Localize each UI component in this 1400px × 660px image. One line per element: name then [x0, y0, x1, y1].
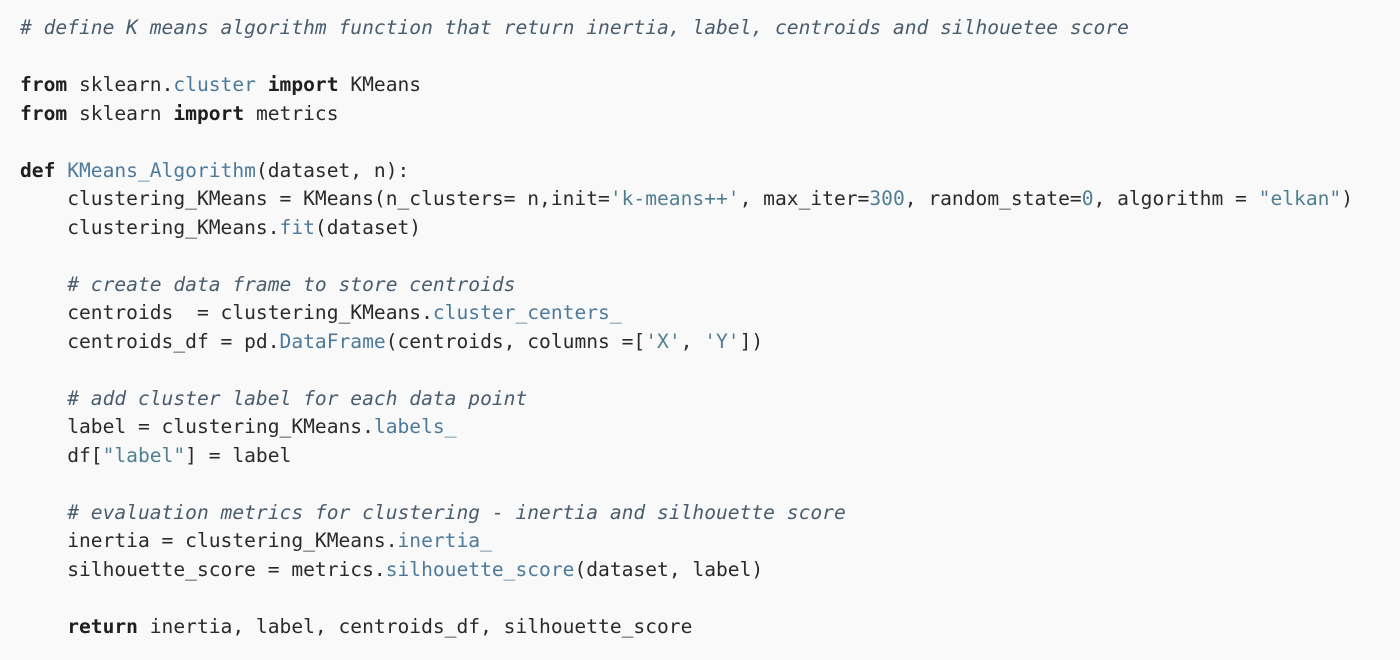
code-line-label: label = clustering_KMeans.labels_	[20, 413, 1400, 442]
code-line-centroids: centroids = clustering_KMeans.cluster_ce…	[20, 299, 1400, 328]
code-text: ])	[739, 329, 764, 353]
function-name: KMeans_Algorithm	[67, 158, 256, 182]
code-line-comment-metrics: # evaluation metrics for clustering - in…	[20, 499, 1400, 528]
code-text: (dataset)	[314, 215, 422, 239]
code-text: , random_state=	[904, 187, 1082, 210]
code-text: , algorithm =	[1093, 187, 1259, 210]
code-line-centroids-df: centroids_df = pd.DataFrame(centroids, c…	[20, 328, 1400, 357]
number-literal: 300	[869, 187, 905, 210]
code-text: clustering_KMeans = KMeans(n_clusters= n…	[67, 187, 610, 210]
function-name: DataFrame	[279, 329, 386, 353]
method-name: fit	[279, 215, 315, 239]
keyword-import: import	[267, 73, 339, 96]
module-name: sklearn	[78, 73, 162, 96]
code-text: ,	[680, 329, 705, 353]
code-line-import-metrics: from sklearn import metrics	[20, 100, 1400, 129]
keyword-return: return	[67, 614, 138, 638]
keyword-from: from	[20, 73, 68, 96]
attribute-name: labels_	[373, 415, 457, 438]
submodule-name: cluster	[173, 73, 256, 96]
keyword-def: def	[20, 158, 56, 182]
string-literal: "label"	[102, 443, 186, 467]
code-line-def: def KMeans_Algorithm(dataset, n):	[20, 157, 1400, 186]
code-line-df-label: df["label"] = label	[20, 442, 1400, 471]
import-name: metrics	[255, 101, 339, 125]
comment-metrics: # evaluation metrics for clustering - in…	[67, 500, 846, 524]
code-line-import-kmeans: from sklearn.cluster import KMeans	[20, 71, 1400, 100]
code-line-inertia: inertia = clustering_KMeans.inertia_	[20, 527, 1400, 556]
code-line-silhouette: silhouette_score = metrics.silhouette_sc…	[20, 556, 1400, 585]
code-text: inertia, label, centroids_df, silhouette…	[137, 614, 693, 638]
keyword-from: from	[20, 101, 68, 125]
code-text: silhouette_score = metrics.	[67, 557, 386, 581]
code-line-1: # define K means algorithm function that…	[20, 14, 1400, 43]
code-text: (dataset, label)	[574, 557, 764, 581]
string-literal: "elkan"	[1258, 187, 1342, 210]
comment-label: # add cluster label for each data point	[67, 386, 528, 410]
attribute-name: cluster_centers_	[432, 301, 622, 324]
string-literal: 'Y'	[704, 329, 740, 353]
comment-centroids: # create data frame to store centroids	[67, 272, 516, 296]
code-text: centroids = clustering_KMeans.	[67, 301, 433, 324]
import-name: KMeans	[350, 73, 422, 96]
code-text: ] = label	[185, 443, 292, 467]
code-line-comment-label: # add cluster label for each data point	[20, 385, 1400, 414]
code-text: label = clustering_KMeans.	[67, 415, 374, 438]
code-text: clustering_KMeans.	[67, 215, 280, 239]
code-line-kmeans-init: clustering_KMeans = KMeans(n_clusters= n…	[20, 185, 1400, 214]
attribute-name: inertia_	[397, 529, 492, 552]
comment-header: # define K means algorithm function that…	[20, 16, 1129, 39]
code-text: (centroids, columns =[	[385, 329, 646, 353]
code-line-comment-centroids: # create data frame to store centroids	[20, 271, 1400, 300]
code-text: centroids_df = pd.	[67, 329, 280, 353]
code-text: df[	[67, 443, 103, 467]
code-line-fit: clustering_KMeans.fit(dataset)	[20, 214, 1400, 243]
number-literal: 0	[1081, 187, 1094, 210]
dot: .	[161, 73, 174, 96]
code-line-return: return inertia, label, centroids_df, sil…	[20, 613, 1400, 642]
code-text: , max_iter=	[739, 187, 870, 210]
module-name: sklearn	[78, 101, 162, 125]
code-block: # define K means algorithm function that…	[0, 0, 1400, 660]
string-literal: 'X'	[645, 329, 681, 353]
code-text: )	[1341, 187, 1354, 210]
code-text: inertia = clustering_KMeans.	[67, 529, 398, 552]
function-params: (dataset, n):	[255, 158, 410, 182]
function-name: silhouette_score	[385, 557, 575, 581]
keyword-import: import	[173, 101, 245, 125]
string-literal: 'k-means++'	[609, 187, 740, 210]
